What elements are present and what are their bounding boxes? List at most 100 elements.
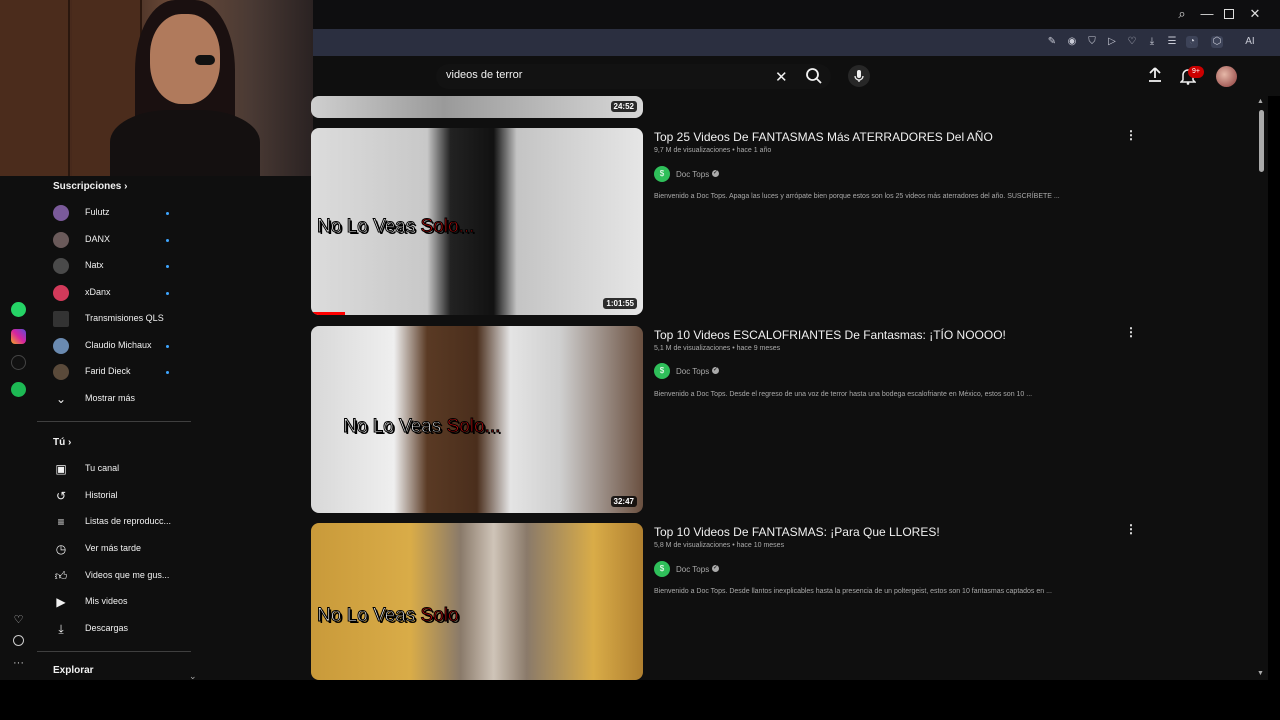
verified-icon: ✓ xyxy=(712,367,719,374)
channel-avatar xyxy=(53,338,69,354)
watch-progress-bar xyxy=(311,312,345,315)
instagram-icon[interactable] xyxy=(11,329,26,344)
channel-label: Farid Dieck xyxy=(85,366,131,376)
channel-avatar: $ xyxy=(654,166,670,182)
channel-avatar xyxy=(53,311,69,327)
my-videos-icon: ▶ xyxy=(56,595,66,609)
video-title[interactable]: Top 10 Videos De FANTASMAS: ¡Para Que LL… xyxy=(654,525,940,539)
duration-badge: 32:47 xyxy=(610,496,637,507)
video-description: Bienvenido a Doc Tops. Desde llantos ine… xyxy=(654,588,1052,595)
sidebar-item-channel[interactable]: xDanx xyxy=(53,283,193,303)
more-options-icon[interactable]: ⋮ xyxy=(1125,128,1137,142)
edit-icon[interactable]: ✎ xyxy=(1046,36,1058,48)
divider xyxy=(37,421,191,422)
channel-label: xDanx xyxy=(85,287,111,297)
video-thumbnail[interactable]: No Lo Veas Solo... 32:47 xyxy=(311,326,643,513)
sidebar-item-playlists[interactable]: ≡ Listas de reproducc... xyxy=(53,512,193,532)
sidebar-item-channel[interactable]: Transmisiones QLS xyxy=(53,309,193,329)
verified-icon: ✓ xyxy=(712,170,719,177)
play-icon[interactable]: ▷ xyxy=(1106,36,1118,48)
new-content-dot xyxy=(166,265,169,268)
more-options-icon[interactable]: ⋮ xyxy=(1125,522,1137,536)
heart-icon[interactable]: ♡ xyxy=(1126,36,1138,48)
account-avatar[interactable] xyxy=(1216,66,1237,87)
browser-toolbar: ✎ ◉ ⛉ ▷ ♡ ⤓ ☰ ◔ ⬡ AI xyxy=(313,29,1280,56)
maximize-button[interactable] xyxy=(1224,9,1234,19)
scrollbar-track[interactable] xyxy=(1255,96,1268,680)
camera-icon[interactable]: ◉ xyxy=(1066,36,1078,48)
explore-heading[interactable]: Explorar xyxy=(53,665,94,676)
video-thumbnail[interactable]: 24:52 xyxy=(311,96,643,118)
voice-search-button[interactable] xyxy=(848,65,870,87)
you-heading[interactable]: Tú › xyxy=(53,437,71,448)
scroll-up-arrow-icon[interactable]: ▲ xyxy=(1257,98,1264,105)
sidebar-item-channel[interactable]: Claudio Michaux xyxy=(53,336,193,356)
sidebar-item-history[interactable]: ↺ Historial xyxy=(53,486,193,506)
sidebar-item-watch-later[interactable]: ◷ Ver más tarde xyxy=(53,539,193,559)
new-content-dot xyxy=(166,371,169,374)
channel-label: DANX xyxy=(85,234,111,244)
minimize-button[interactable]: — xyxy=(1200,7,1214,21)
search-input[interactable]: videos de terror xyxy=(446,69,522,81)
video-thumbnail[interactable]: No Lo Veas Solo... 1:01:55 xyxy=(311,128,643,315)
ai-label: AI xyxy=(1245,36,1255,47)
more-icon[interactable]: ··· xyxy=(11,656,26,671)
more-options-icon[interactable]: ⋮ xyxy=(1125,325,1137,339)
channel-avatar xyxy=(53,364,69,380)
channel-avatar xyxy=(53,258,69,274)
sidebar-item-channel[interactable]: DANX xyxy=(53,230,193,250)
history-icon: ↺ xyxy=(55,489,67,503)
channel-avatar: $ xyxy=(654,561,670,577)
window-titlebar: ⌕ — ✕ xyxy=(313,0,1280,29)
new-content-dot xyxy=(166,212,169,215)
chevron-down-icon: ⌄ xyxy=(55,392,67,406)
download-icon: ⤓ xyxy=(58,622,64,636)
microphone-icon xyxy=(854,70,864,82)
sidebar-item-downloads[interactable]: ⤓ Descargas xyxy=(53,619,193,639)
webcam-overlay xyxy=(0,0,313,176)
tiktok-icon[interactable] xyxy=(11,355,26,370)
sidebar-item-channel[interactable]: Natx xyxy=(53,256,193,276)
scroll-down-arrow-icon[interactable]: ▼ xyxy=(1257,670,1264,677)
channel-avatar: $ xyxy=(654,363,670,379)
clear-search-icon[interactable]: ✕ xyxy=(775,68,789,86)
duration-badge: 1:01:55 xyxy=(603,298,637,309)
ai-button[interactable]: AI xyxy=(1239,36,1261,48)
download-icon[interactable]: ⤓ xyxy=(1146,36,1158,48)
search-icon[interactable] xyxy=(805,67,823,85)
video-title[interactable]: Top 10 Videos ESCALOFRIANTES De Fantasma… xyxy=(654,328,1006,342)
channel-label: Natx xyxy=(85,260,104,270)
clock-icon: ◷ xyxy=(55,542,67,556)
clock-icon[interactable] xyxy=(13,635,24,646)
heart-icon[interactable]: ♡ xyxy=(11,613,26,628)
sidebar-item-channel[interactable]: Fulutz xyxy=(53,203,193,223)
video-title[interactable]: Top 25 Videos De FANTASMAS Más ATERRADOR… xyxy=(654,130,993,144)
thumb-up-icon: 👍︎ xyxy=(54,569,68,583)
scrollbar-thumb[interactable] xyxy=(1259,110,1264,172)
sidebar-item-liked-videos[interactable]: 👍︎ Videos que me gus... xyxy=(53,566,193,586)
spotify-icon[interactable] xyxy=(11,382,26,397)
channel-avatar xyxy=(53,232,69,248)
sidebar-item-your-channel[interactable]: ▣ Tu canal xyxy=(53,459,193,479)
letterbox-bottom xyxy=(0,680,1280,720)
upload-icon[interactable] xyxy=(1146,66,1164,84)
video-thumbnail[interactable]: No Lo Veas Solo xyxy=(311,523,643,680)
channel-avatar xyxy=(53,205,69,221)
subscriptions-heading[interactable]: Suscripciones › xyxy=(53,181,127,192)
extension-icon[interactable]: ⬡ xyxy=(1211,36,1223,48)
new-content-dot xyxy=(166,345,169,348)
profile-icon[interactable]: ◔ xyxy=(1186,36,1198,48)
search-icon[interactable]: ⌕ xyxy=(1175,7,1189,21)
shield-icon[interactable]: ⛉ xyxy=(1086,36,1098,48)
duration-badge: 24:52 xyxy=(610,101,637,112)
video-meta: 9,7 M de visualizaciones • hace 1 año xyxy=(654,147,772,154)
video-description: Bienvenido a Doc Tops. Apaga las luces y… xyxy=(654,193,1060,200)
channel-label: Transmisiones QLS xyxy=(85,313,164,323)
show-more-button[interactable]: ⌄ Mostrar más xyxy=(53,389,193,409)
close-button[interactable]: ✕ xyxy=(1248,7,1262,21)
sidebar-item-channel[interactable]: Farid Dieck xyxy=(53,362,193,382)
list-icon[interactable]: ☰ xyxy=(1166,36,1178,48)
whatsapp-icon[interactable] xyxy=(11,302,26,317)
sidebar-item-my-videos[interactable]: ▶ Mis videos xyxy=(53,592,193,612)
channel-label: Claudio Michaux xyxy=(85,340,152,350)
